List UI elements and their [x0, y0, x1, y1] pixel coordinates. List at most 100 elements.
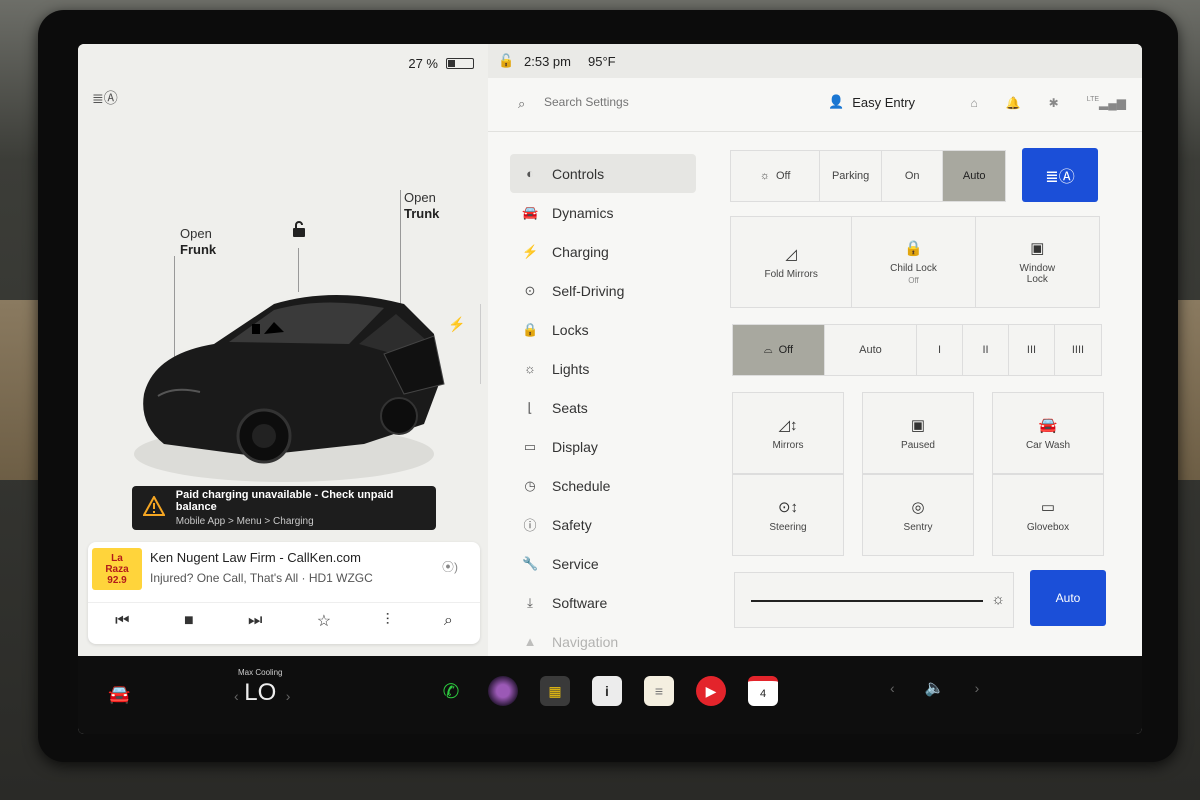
- safety-icon: ⓘ: [523, 518, 537, 533]
- wipers-auto-option[interactable]: Auto: [825, 325, 917, 375]
- menu-item-display[interactable]: ▭ Display: [510, 427, 696, 466]
- media-search-icon[interactable]: ⌕: [444, 612, 453, 630]
- child-lock-button[interactable]: 🔒 Child Lock Off: [852, 217, 976, 307]
- brightness-track[interactable]: [751, 600, 983, 602]
- menu-item-label: Software: [552, 594, 608, 611]
- wipers-off-option[interactable]: ⌓ Off: [733, 325, 825, 375]
- home-garage-icon[interactable]: ⌂: [970, 96, 977, 110]
- fold-mirrors-button[interactable]: ◿ Fold Mirrors: [731, 217, 853, 307]
- radio-source-icon[interactable]: ⦿): [442, 558, 458, 575]
- window-lock-button[interactable]: ▣ Window Lock: [976, 217, 1099, 307]
- menu-item-software[interactable]: ⤓ Software: [510, 583, 696, 622]
- stop-icon[interactable]: ■: [184, 612, 194, 630]
- auto-high-beam-icon: ≣Ⓐ: [1045, 169, 1075, 186]
- volume-down-chevron-icon[interactable]: ‹: [890, 680, 895, 696]
- wipers-speed-1[interactable]: I: [917, 325, 963, 375]
- brightness-auto-button[interactable]: Auto: [1030, 570, 1106, 626]
- lights-on-option[interactable]: On: [882, 151, 944, 201]
- headlights-control: ☼ Off Parking On Auto: [730, 150, 1006, 202]
- trunk-line2: Trunk: [404, 206, 440, 221]
- menu-item-seats[interactable]: ⌊ Seats: [510, 388, 696, 427]
- driver-profile-button[interactable]: 👤 Easy Entry: [828, 94, 915, 110]
- menu-item-schedule[interactable]: ◷ Schedule: [510, 466, 696, 505]
- temp-up-chevron-icon[interactable]: ›: [286, 688, 291, 704]
- sentry-icon: ◎: [911, 498, 925, 516]
- station-logo: La Raza 92.9: [92, 548, 142, 590]
- lights-off-option[interactable]: ☼ Off: [731, 151, 821, 201]
- climate-temperature[interactable]: LO: [238, 679, 282, 707]
- lte-label: LTE: [1086, 96, 1100, 103]
- open-trunk-button[interactable]: Open Trunk: [404, 190, 439, 222]
- charging-alert-banner[interactable]: Paid charging unavailable - Check unpaid…: [132, 486, 436, 530]
- speaker-icon[interactable]: 🔈: [925, 678, 945, 698]
- mirrors-adjust-button[interactable]: ◿↕ Mirrors: [732, 392, 844, 474]
- menu-item-charging[interactable]: ⚡ Charging: [510, 232, 696, 271]
- menu-item-locks[interactable]: 🔒 Locks: [510, 310, 696, 349]
- open-frunk-button[interactable]: Open Frunk: [180, 226, 216, 258]
- mirror-lock-controls: ◿ Fold Mirrors 🔒 Child Lock Off ▣ Window…: [730, 216, 1100, 308]
- calendar-icon[interactable]: 4: [748, 676, 778, 706]
- car-wash-icon: 🚘: [1038, 416, 1058, 434]
- temp-down-chevron-icon[interactable]: ‹: [234, 688, 239, 704]
- bluetooth-icon[interactable]: ✱: [1049, 96, 1059, 110]
- menu-item-self-driving[interactable]: ⊙ Self-Driving: [510, 271, 696, 310]
- menu-item-label: Locks: [552, 321, 589, 338]
- light-icon: ☼: [524, 361, 536, 376]
- auto-high-beam-button[interactable]: ≣Ⓐ: [1022, 148, 1098, 202]
- mirror-adjust-icon: ◿↕: [778, 416, 798, 434]
- wipers-control: ⌓ Off Auto I II III IIII: [732, 324, 1102, 376]
- car-menu-icon[interactable]: 🚘: [108, 684, 130, 705]
- unlock-icon[interactable]: [290, 220, 308, 243]
- music-app-icon[interactable]: ▶: [696, 676, 726, 706]
- lte-signal-icon: LTE▂▄▆: [1086, 96, 1126, 110]
- toybox-icon[interactable]: ▦: [540, 676, 570, 706]
- previous-track-icon[interactable]: ⏮: [115, 612, 129, 630]
- download-icon: ⤓: [527, 594, 533, 610]
- logo-line3: 92.9: [107, 574, 127, 586]
- menu-item-service[interactable]: 🔧 Service: [510, 544, 696, 583]
- lights-parking-label: Parking: [831, 170, 870, 182]
- car-lock-status-icon[interactable]: 🔓: [498, 53, 514, 69]
- next-track-icon[interactable]: ⏭: [248, 612, 262, 630]
- panel-divider-accent: [480, 304, 481, 384]
- lock-icon: 🔒: [522, 321, 539, 337]
- brightness-slider[interactable]: ☼: [734, 572, 1014, 628]
- search-settings-input[interactable]: [544, 95, 724, 109]
- steering-wheel-icon: ⊙↕: [777, 498, 799, 516]
- notes-icon[interactable]: ≡: [644, 676, 674, 706]
- sentry-label: Sentry: [903, 521, 933, 533]
- manual-info-icon[interactable]: i: [592, 676, 622, 706]
- favorite-star-icon[interactable]: ☆: [317, 611, 331, 631]
- volume-control: ‹ 🔈 ›: [890, 678, 979, 698]
- phone-icon[interactable]: ✆: [436, 676, 466, 706]
- wipers-speed-3[interactable]: III: [1009, 325, 1055, 375]
- notification-bell-icon[interactable]: 🔔: [1006, 96, 1021, 110]
- wipers-speed-2[interactable]: II: [963, 325, 1009, 375]
- menu-item-safety[interactable]: ⓘ Safety: [510, 505, 696, 544]
- lights-parking-option[interactable]: Parking: [820, 151, 882, 201]
- lights-auto-option[interactable]: Auto: [943, 151, 1005, 201]
- equalizer-icon[interactable]: ⫶: [385, 612, 389, 630]
- volume-up-chevron-icon[interactable]: ›: [975, 680, 980, 696]
- battery-status: 27 %: [408, 56, 474, 71]
- child-lock-state: Off: [908, 276, 919, 285]
- wrench-icon: 🔧: [522, 555, 539, 571]
- settings-panel: 🔓 2:53 pm 95°F ⌕ 👤 Easy Entry ⌂ 🔔 ✱ LTE▂…: [488, 44, 1142, 656]
- dashcam-button[interactable]: ▣ Paused: [862, 392, 974, 474]
- wipers-speed-4[interactable]: IIII: [1055, 325, 1101, 375]
- person-icon: 👤: [828, 94, 845, 109]
- car-wash-button[interactable]: 🚘 Car Wash: [992, 392, 1104, 474]
- glovebox-button[interactable]: ▭ Glovebox: [992, 474, 1104, 556]
- menu-item-lights[interactable]: ☼ Lights: [510, 349, 696, 388]
- seat-icon: ⌊: [527, 399, 533, 415]
- wipers-speed-3-label: III: [1026, 344, 1037, 356]
- navigation-icon: ▲: [523, 634, 537, 649]
- camera-app-icon[interactable]: [488, 676, 518, 706]
- steering-adjust-button[interactable]: ⊙↕ Steering: [732, 474, 844, 556]
- window-lock-icon: ▣: [1030, 240, 1045, 257]
- display-icon: ▭: [523, 438, 537, 454]
- menu-item-dynamics[interactable]: 🚘 Dynamics: [510, 193, 696, 232]
- sentry-button[interactable]: ◎ Sentry: [862, 474, 974, 556]
- menu-item-controls[interactable]: ◐ Controls: [510, 154, 696, 193]
- menu-item-label: Service: [552, 555, 599, 572]
